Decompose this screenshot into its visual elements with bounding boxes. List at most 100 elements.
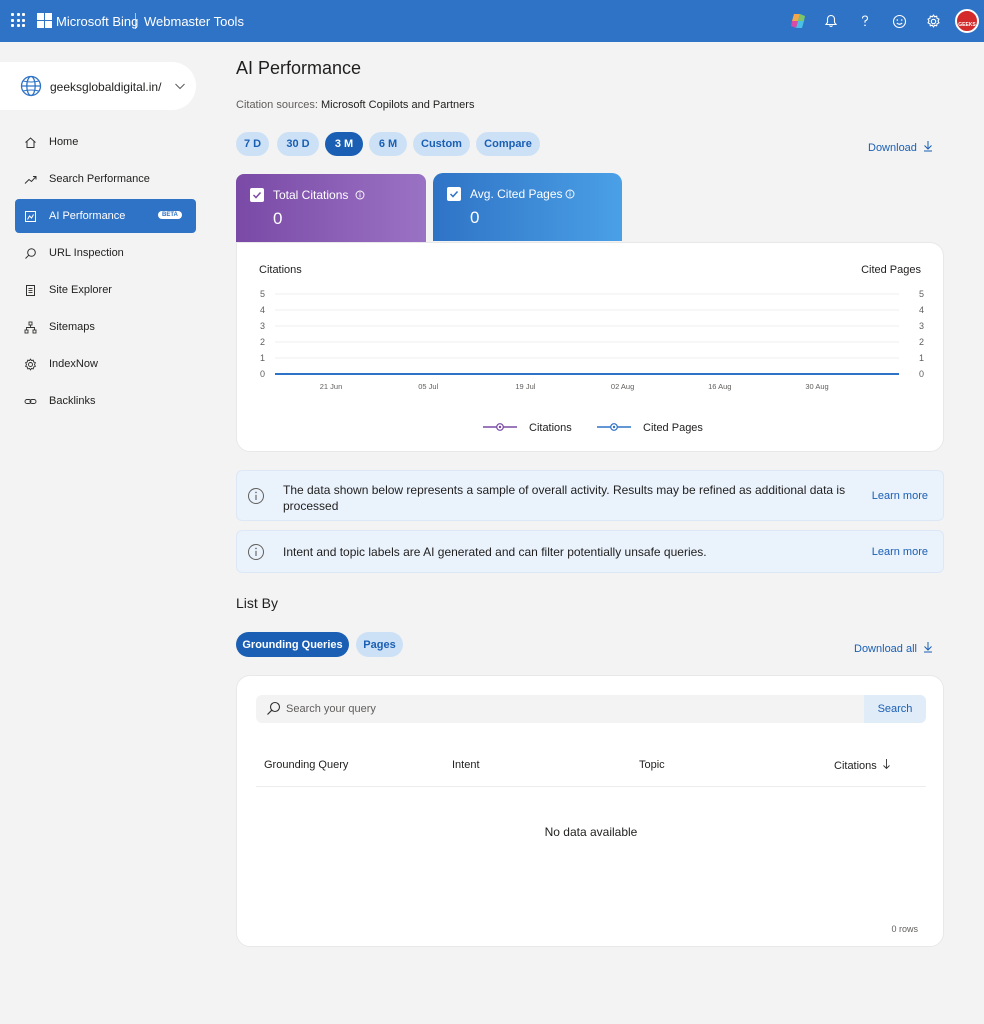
info-icon[interactable]: [565, 188, 575, 199]
legend-marker-dot: [498, 425, 502, 429]
info-icon: [247, 543, 265, 564]
download-all-button[interactable]: Download all: [854, 641, 933, 656]
chart-x-tick-label: 16 Aug: [708, 382, 731, 391]
notifications-icon[interactable]: [821, 11, 841, 31]
total-citations-label: Total Citations: [273, 188, 349, 202]
legend-label: Citations: [529, 422, 572, 434]
document-icon: [23, 283, 37, 297]
ai-labels-notice: Intent and topic labels are AI generated…: [236, 530, 944, 573]
chart-y2-tick-label: 5: [919, 289, 924, 299]
chart-y2-tick-label: 0: [919, 369, 924, 379]
sidebar-item-backlinks[interactable]: Backlinks: [15, 384, 196, 418]
chart-y2-tick-label: 4: [919, 305, 924, 315]
avg-cited-pages-checkbox[interactable]: [447, 187, 461, 201]
beta-badge: BETA: [158, 211, 182, 219]
download-button[interactable]: Download: [868, 140, 933, 155]
search-icon: [266, 701, 281, 719]
sidebar-item-label: Backlinks: [49, 395, 96, 407]
tab-grounding-queries[interactable]: Grounding Queries: [236, 632, 349, 657]
chart-y-tick-label: 5: [260, 289, 265, 299]
total-citations-checkbox[interactable]: [250, 188, 264, 202]
chart-x-tick-label: 02 Aug: [611, 382, 634, 391]
compare-button[interactable]: Compare: [476, 132, 540, 156]
citation-sources: Citation sources: Microsoft Copilots and…: [236, 99, 474, 111]
sample-data-notice: The data shown below represents a sample…: [236, 470, 944, 521]
sitemap-icon: [23, 320, 37, 334]
column-header-intent[interactable]: Intent: [452, 759, 480, 771]
globe-icon: [20, 75, 42, 100]
site-selector[interactable]: geeksglobaldigital.in/: [0, 62, 196, 110]
legend-label: Cited Pages: [643, 422, 703, 434]
table-header-divider: [256, 786, 926, 787]
sidebar-item-label: URL Inspection: [49, 247, 124, 259]
sidebar-item-home[interactable]: Home: [15, 125, 196, 159]
chart-y-tick-label: 1: [260, 353, 265, 363]
site-name: geeksglobaldigital.in/: [50, 80, 162, 94]
total-citations-value: 0: [273, 209, 283, 228]
sidebar-nav: Home Search Performance AI Performance B…: [15, 125, 196, 421]
brand-name[interactable]: Microsoft Bing: [56, 14, 138, 29]
learn-more-link[interactable]: Learn more: [872, 546, 928, 558]
copilot-icon[interactable]: [788, 11, 808, 31]
column-header-grounding-query[interactable]: Grounding Query: [264, 759, 348, 771]
chart-x-tick-label: 05 Jul: [418, 382, 438, 391]
trend-icon: [23, 172, 37, 186]
range-7d-button[interactable]: 7 D: [236, 132, 269, 156]
chart-x-tick-label: 30 Aug: [805, 382, 828, 391]
chart-y-tick-label: 4: [260, 305, 265, 315]
help-icon[interactable]: [855, 11, 875, 31]
ai-labels-notice-text: Intent and topic labels are AI generated…: [283, 545, 707, 559]
feedback-smiley-icon[interactable]: [889, 11, 909, 31]
home-icon: [23, 135, 37, 149]
tab-pages[interactable]: Pages: [356, 632, 403, 657]
avatar-text: GEEKS: [958, 22, 976, 28]
gear-icon: [23, 357, 37, 371]
download-icon: [923, 140, 933, 155]
chart-x-tick-label: 19 Jul: [515, 382, 535, 391]
search-button[interactable]: Search: [864, 695, 926, 723]
ai-performance-icon: [23, 209, 37, 223]
search-input[interactable]: [286, 699, 856, 719]
sidebar-item-indexnow[interactable]: IndexNow: [15, 347, 196, 381]
legend-marker-dot: [612, 425, 616, 429]
queries-table-card: Search Grounding Query Intent Topic Cita…: [236, 675, 944, 947]
column-header-citations-label: Citations: [834, 759, 877, 772]
info-icon[interactable]: [355, 189, 365, 200]
sidebar-item-ai-performance[interactable]: AI Performance BETA: [15, 199, 196, 233]
citation-sources-value: Microsoft Copilots and Partners: [321, 99, 475, 111]
microsoft-logo-icon: [37, 13, 52, 28]
sidebar-item-label: Home: [49, 136, 79, 148]
sidebar-item-label: AI Performance: [49, 210, 126, 222]
column-header-topic[interactable]: Topic: [639, 759, 665, 771]
settings-gear-icon[interactable]: [923, 11, 943, 31]
row-count: 0 rows: [891, 924, 918, 934]
range-6m-button[interactable]: 6 M: [369, 132, 407, 156]
sidebar-item-search-performance[interactable]: Search Performance: [15, 162, 196, 196]
chart-y2-tick-label: 3: [919, 321, 924, 331]
range-30d-button[interactable]: 30 D: [277, 132, 319, 156]
chart-y2-tick-label: 1: [919, 353, 924, 363]
range-custom-button[interactable]: Custom: [413, 132, 470, 156]
search-icon: [23, 246, 37, 260]
chart-y-tick-label: 0: [260, 369, 265, 379]
chevron-down-icon[interactable]: [174, 80, 186, 95]
column-header-citations[interactable]: Citations: [834, 758, 891, 773]
learn-more-link[interactable]: Learn more: [872, 490, 928, 502]
user-avatar[interactable]: GEEKS: [955, 9, 979, 33]
sort-descending-icon: [882, 758, 891, 773]
avg-cited-pages-label: Avg. Cited Pages: [470, 187, 563, 201]
sidebar-item-sitemaps[interactable]: Sitemaps: [15, 310, 196, 344]
product-name[interactable]: Webmaster Tools: [144, 14, 244, 29]
avg-cited-pages-card[interactable]: Avg. Cited Pages 0: [433, 173, 622, 241]
download-all-label: Download all: [854, 642, 917, 655]
sidebar-item-label: Site Explorer: [49, 284, 112, 296]
chart-y-tick-label: 2: [260, 337, 265, 347]
performance-chart: Citations Cited Pages 0 0 1 1 2 2 3 3 4 4 5 5 21 Jun…: [236, 242, 944, 452]
sidebar-item-url-inspection[interactable]: URL Inspection: [15, 236, 196, 270]
chart-y-tick-label: 3: [260, 321, 265, 331]
chart-y2-tick-label: 2: [919, 337, 924, 347]
sidebar-item-site-explorer[interactable]: Site Explorer: [15, 273, 196, 307]
app-launcher-icon[interactable]: [11, 13, 25, 27]
total-citations-card[interactable]: Total Citations 0: [236, 174, 426, 242]
range-3m-button[interactable]: 3 M: [325, 132, 363, 156]
